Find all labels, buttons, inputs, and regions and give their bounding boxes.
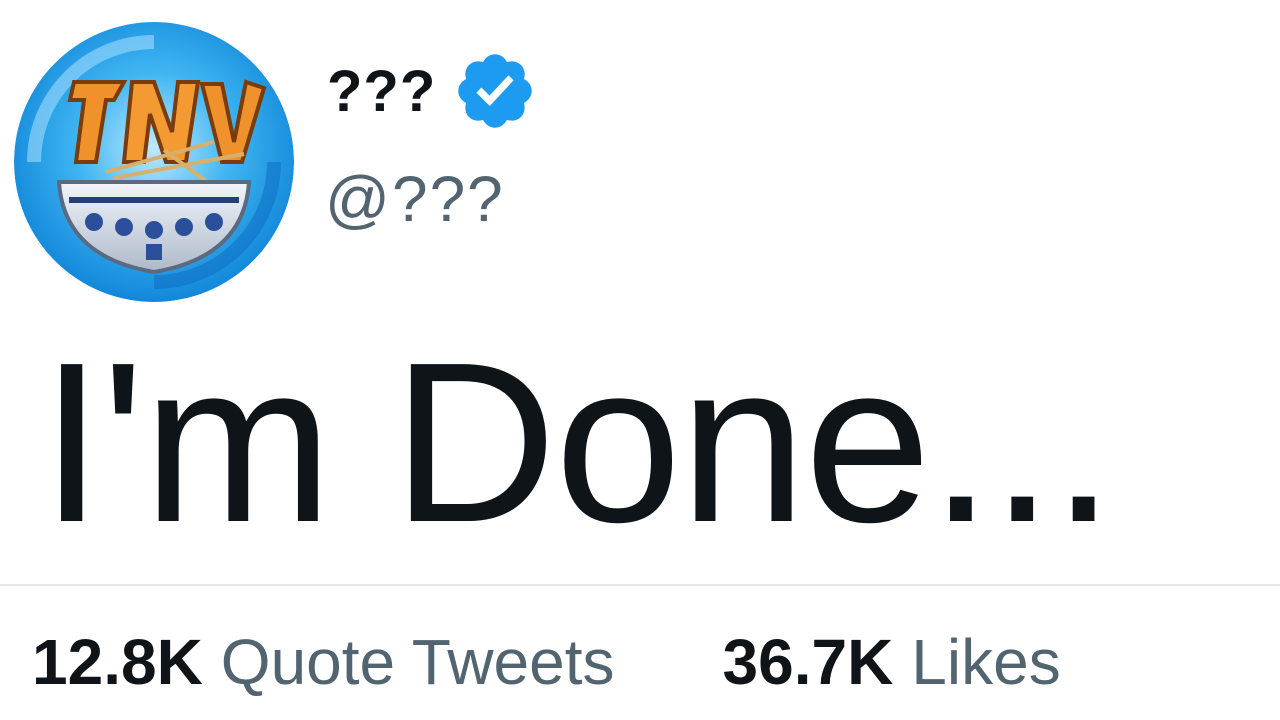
quote-tweets-label: Quote Tweets [220, 626, 615, 698]
author-handle[interactable]: @??? [325, 162, 505, 236]
display-name[interactable]: ??? [327, 58, 436, 125]
verified-badge-icon [452, 48, 538, 134]
author-name-row: ??? [327, 46, 538, 136]
likes-stat[interactable]: 36.7K Likes [723, 625, 1061, 699]
tweet-stats: 12.8K Quote Tweets 36.7K Likes [32, 612, 1061, 712]
avatar-image [14, 22, 294, 302]
quote-tweets-count: 12.8K [32, 626, 203, 698]
likes-label: Likes [911, 626, 1061, 698]
quote-tweets-stat[interactable]: 12.8K Quote Tweets [32, 625, 615, 699]
divider [0, 584, 1280, 586]
tweet-text: I'm Done... [40, 316, 1115, 570]
likes-count: 36.7K [722, 626, 894, 698]
tweet-card: ??? @??? I'm Done... 12.8K Quote Tweets … [0, 0, 1280, 720]
avatar[interactable] [14, 22, 294, 302]
